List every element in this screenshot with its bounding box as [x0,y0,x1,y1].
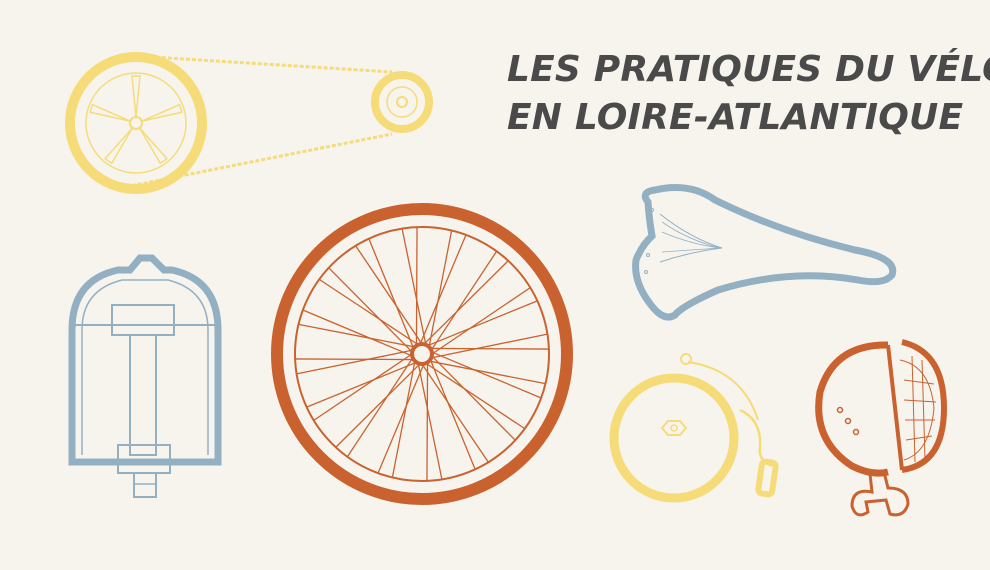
bicycle-headlight-icon [815,339,948,517]
title-line-1: LES PRATIQUES DU VÉLO [507,49,990,90]
page-title: LES PRATIQUES DU VÉLO EN LOIRE-ATLANTIQU… [507,46,990,142]
wheel-spoke [430,250,498,351]
chainring-and-chain-icon [65,52,433,194]
wheel-spoke [415,227,418,346]
title-line-2: EN LOIRE-ATLANTIQUE [507,97,964,138]
wheel-spoke [431,351,542,399]
wheel-spoke [430,347,549,350]
wheel-spoke [318,278,419,346]
wheel-spoke [346,357,414,458]
wheel-spoke [426,362,429,481]
bicycle-saddle-icon [632,184,897,321]
bicycle-wheel-icon [271,203,573,505]
wheel-spoke [302,309,413,357]
wheel-spoke [295,358,414,361]
wheel-spoke [377,363,425,474]
wheel-spoke [391,360,416,478]
wheel-spoke [419,234,467,345]
wheel-spoke [428,360,546,385]
wheel-spoke [298,323,416,348]
bicycle-bell-icon [609,353,779,503]
bicycle-pedal-icon [68,254,222,498]
wheel-spoke [428,230,453,348]
wheel-spoke [425,362,526,430]
